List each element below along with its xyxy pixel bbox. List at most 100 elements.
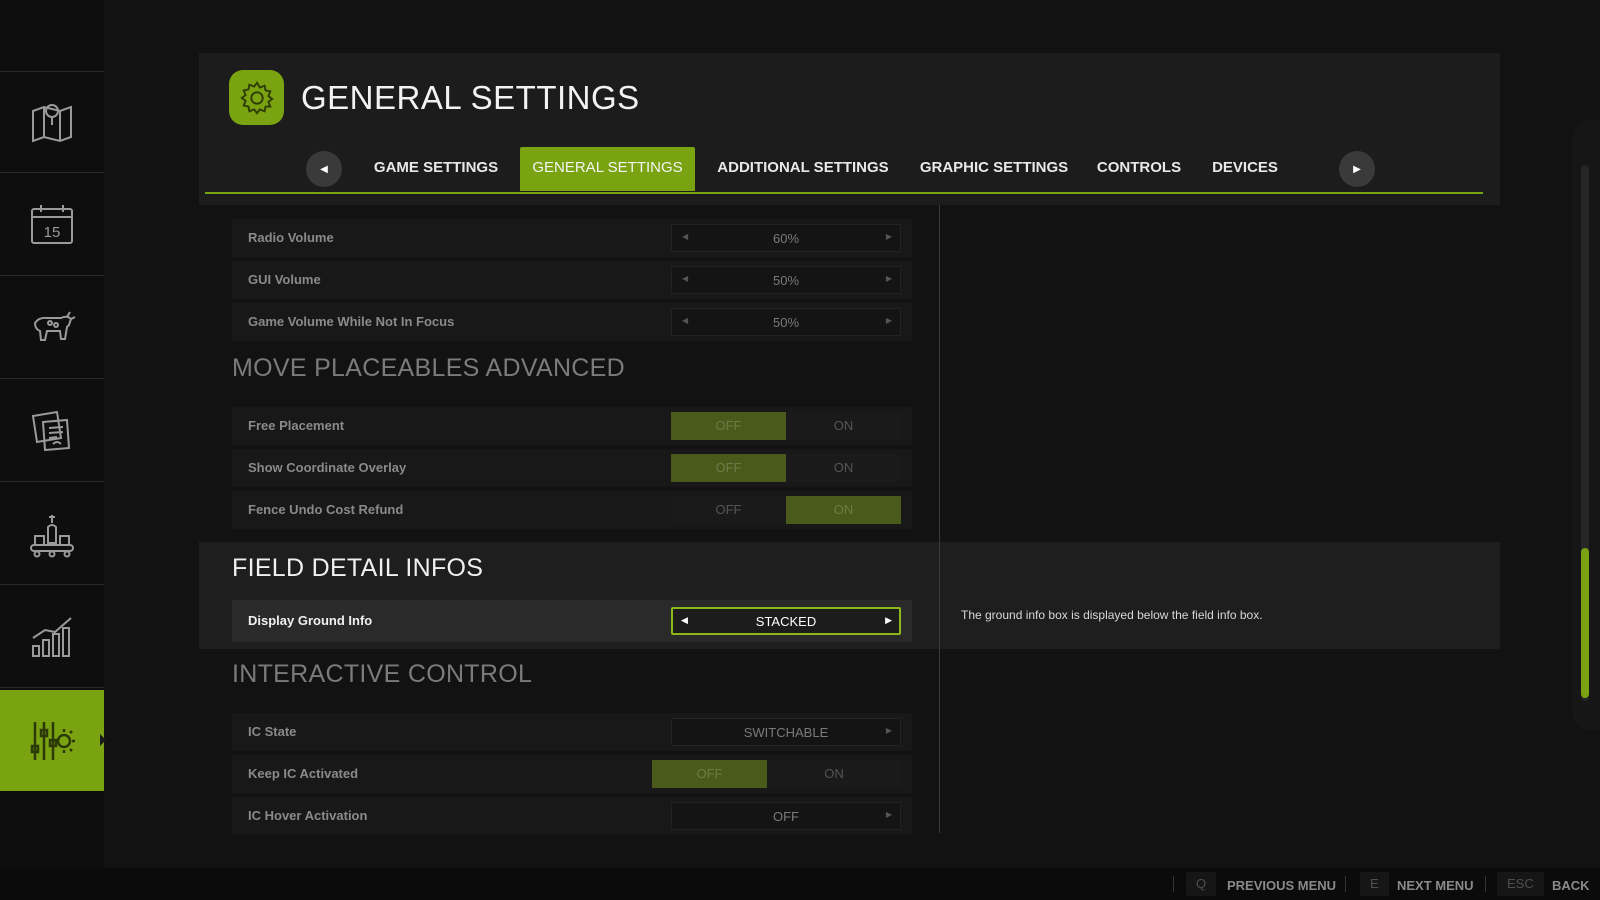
back-button[interactable]: BACK	[1552, 878, 1590, 893]
setting-row-fence-undo-cost-refund: Fence Undo Cost Refund OFF ON	[232, 491, 912, 529]
setting-row-show-coordinate-overlay: Show Coordinate Overlay OFF ON	[232, 449, 912, 487]
gear-icon	[239, 80, 274, 115]
setting-label: Radio Volume	[248, 230, 334, 245]
production-icon	[30, 515, 74, 558]
calendar-day: 15	[44, 224, 61, 241]
sidebar-top	[0, 0, 104, 72]
footer-separator	[1345, 876, 1346, 892]
previous-menu-button[interactable]: PREVIOUS MENU	[1227, 878, 1336, 893]
setting-label: IC Hover Activation	[248, 808, 368, 823]
setting-row-gui-volume: GUI Volume ◀ 50% ▶	[232, 261, 912, 299]
sidebar-item-animals[interactable]	[0, 278, 104, 379]
page-title: GENERAL SETTINGS	[301, 79, 640, 116]
sidebar-item-statistics[interactable]	[0, 587, 104, 688]
setting-label: Game Volume While Not In Focus	[248, 314, 455, 329]
tab-next-button[interactable]: ▶	[1339, 151, 1375, 187]
arrow-right-icon[interactable]: ▶	[886, 274, 892, 283]
setting-value: STACKED	[755, 614, 817, 629]
toggle-on-option[interactable]: ON	[786, 454, 901, 482]
setting-value: SWITCHABLE	[743, 725, 829, 740]
setting-value: OFF	[773, 809, 799, 824]
arrow-right-icon[interactable]: ▶	[886, 232, 892, 241]
tab-controls[interactable]: CONTROLS	[1091, 147, 1187, 191]
setting-label: Show Coordinate Overlay	[248, 460, 407, 475]
caret-right-icon: ▶	[1353, 163, 1361, 175]
tab-underline	[205, 192, 1483, 194]
statistics-icon	[32, 617, 72, 657]
active-indicator	[100, 734, 106, 746]
setting-value: 60%	[772, 231, 800, 246]
key-hint-q: Q	[1186, 872, 1217, 896]
toggle-off-option[interactable]: OFF	[671, 412, 786, 440]
tab-additional-settings[interactable]: ADDITIONAL SETTINGS	[709, 147, 897, 191]
setting-row-keep-ic-activated: Keep IC Activated OFF ON	[232, 755, 912, 793]
setting-row-radio-volume: Radio Volume ◀ 60% ▶	[232, 219, 912, 257]
footer-separator	[1485, 876, 1486, 892]
calendar-icon: 15	[31, 205, 73, 244]
contracts-icon	[31, 410, 71, 452]
setting-row-ic-hover-activation: IC Hover Activation OFF ▶	[232, 797, 912, 835]
section-field-detail-infos: FIELD DETAIL INFOS Display Ground Info ◀…	[199, 542, 1500, 649]
gui-volume-selector[interactable]: ◀ 50% ▶	[671, 266, 901, 294]
setting-row-display-ground-info[interactable]: Display Ground Info ◀ STACKED ▶	[232, 600, 912, 642]
setting-label: IC State	[248, 724, 297, 739]
key-hint-esc: ESC	[1497, 872, 1544, 896]
sidebar-item-map[interactable]	[0, 72, 104, 173]
setting-row-game-volume-unfocused: Game Volume While Not In Focus ◀ 50% ▶	[232, 303, 912, 341]
setting-value: 50%	[772, 315, 800, 330]
game-volume-unfocused-selector[interactable]: ◀ 50% ▶	[671, 308, 901, 336]
sidebar-item-production[interactable]	[0, 484, 104, 585]
next-menu-button[interactable]: NEXT MENU	[1397, 878, 1474, 893]
tab-prev-button[interactable]: ◀	[306, 151, 342, 187]
radio-volume-selector[interactable]: ◀ 60% ▶	[671, 224, 901, 252]
sidebar-item-calendar[interactable]: 15	[0, 175, 104, 276]
ic-state-selector[interactable]: SWITCHABLE ▶	[671, 718, 901, 746]
tab-game-settings[interactable]: GAME SETTINGS	[372, 147, 500, 191]
setting-row-free-placement: Free Placement OFF ON	[232, 407, 912, 445]
toggle-off-option[interactable]: OFF	[671, 496, 786, 524]
footer-separator	[1173, 876, 1174, 892]
setting-label: Keep IC Activated	[248, 766, 359, 781]
setting-value: 50%	[772, 273, 800, 288]
arrow-right-icon[interactable]: ▶	[886, 726, 892, 735]
sidebar-item-settings[interactable]	[0, 690, 106, 791]
display-ground-info-selector[interactable]: ◀ STACKED ▶	[671, 607, 901, 635]
map-icon	[32, 104, 72, 143]
section-title-move-placeables: MOVE PLACEABLES ADVANCED	[232, 354, 625, 382]
setting-label: Free Placement	[248, 418, 345, 433]
tab-bar: ◀ GAME SETTINGS GENERAL SETTINGS ADDITIO…	[199, 147, 1500, 194]
column-divider	[939, 542, 940, 649]
sidebar: 15	[0, 0, 106, 870]
tab-graphic-settings[interactable]: GRAPHIC SETTINGS	[911, 147, 1077, 191]
title-badge	[229, 70, 284, 125]
section-title-field-detail-infos: FIELD DETAIL INFOS	[232, 554, 484, 582]
sidebar-item-contracts[interactable]	[0, 381, 104, 482]
tab-devices[interactable]: DEVICES	[1203, 147, 1287, 191]
setting-label: GUI Volume	[248, 272, 321, 287]
key-hint-e: E	[1360, 872, 1389, 896]
settings-header: GENERAL SETTINGS ◀ GAME SETTINGS GENERAL…	[199, 53, 1500, 205]
scrollbar-thumb[interactable]	[1581, 548, 1589, 698]
ic-hover-selector[interactable]: OFF ▶	[671, 802, 901, 830]
arrow-right-icon[interactable]: ▶	[886, 810, 892, 819]
caret-left-icon: ◀	[320, 163, 328, 175]
section-title-interactive-control: INTERACTIVE CONTROL	[232, 660, 533, 688]
toggle-off-option[interactable]: OFF	[652, 760, 767, 788]
scrollbar-track[interactable]	[1581, 165, 1589, 701]
column-divider	[939, 205, 940, 833]
settings-list: Radio Volume ◀ 60% ▶ GUI Volume ◀ 50% ▶ …	[199, 205, 1500, 835]
setting-row-ic-state: IC State SWITCHABLE ▶	[232, 713, 912, 751]
cow-icon	[33, 311, 76, 341]
settings-sliders-icon	[30, 721, 75, 760]
setting-label: Fence Undo Cost Refund	[248, 502, 404, 517]
toggle-on-option[interactable]: ON	[786, 412, 901, 440]
toggle-on-option[interactable]: ON	[786, 496, 901, 524]
arrow-right-icon[interactable]: ▶	[885, 615, 892, 626]
footer-bar: Q PREVIOUS MENU E NEXT MENU ESC BACK	[0, 868, 1600, 900]
setting-description: The ground info box is displayed below t…	[961, 608, 1263, 622]
arrow-right-icon[interactable]: ▶	[886, 316, 892, 325]
toggle-on-option[interactable]: ON	[767, 760, 901, 788]
tab-general-settings[interactable]: GENERAL SETTINGS	[520, 147, 695, 191]
setting-label: Display Ground Info	[248, 613, 373, 628]
toggle-off-option[interactable]: OFF	[671, 454, 786, 482]
